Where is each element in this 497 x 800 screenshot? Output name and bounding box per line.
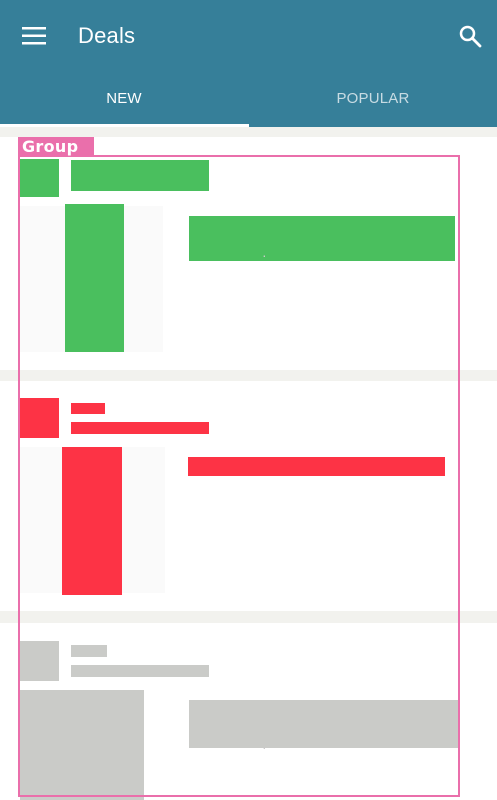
deal-meta-block <box>71 422 209 434</box>
tab-popular[interactable]: POPULAR <box>249 80 497 127</box>
page-title: Deals <box>78 23 136 48</box>
deal-image <box>20 690 144 800</box>
tab-popular-label: POPULAR <box>336 90 410 107</box>
deal-title-block <box>188 457 445 476</box>
deal-description-fragment: · <box>262 247 267 263</box>
merchant-name-block <box>71 645 107 657</box>
deal-title-block <box>189 216 455 261</box>
group-label: Group <box>18 137 94 156</box>
search-icon <box>459 25 482 48</box>
deal-card[interactable]: · <box>0 137 497 370</box>
tab-selection-indicator <box>0 124 249 127</box>
merchant-avatar <box>20 159 59 197</box>
tab-new-label: NEW <box>106 90 142 107</box>
merchant-name-block <box>71 160 209 191</box>
merchant-name-block <box>71 403 105 414</box>
search-button[interactable] <box>454 20 486 52</box>
merchant-avatar <box>20 398 59 438</box>
deal-card[interactable]: · <box>0 623 497 800</box>
tab-new[interactable]: NEW <box>0 80 248 127</box>
hamburger-menu-icon <box>22 27 46 45</box>
deal-title-block <box>189 700 460 748</box>
app-bar: Deals NEW POPULAR <box>0 0 497 127</box>
menu-button[interactable] <box>18 20 50 52</box>
deal-card[interactable] <box>0 381 497 611</box>
merchant-avatar <box>20 641 59 681</box>
deal-meta-block <box>71 665 209 677</box>
deal-image <box>62 447 122 595</box>
deal-description-fragment: · <box>262 739 267 755</box>
deal-image <box>65 204 124 352</box>
